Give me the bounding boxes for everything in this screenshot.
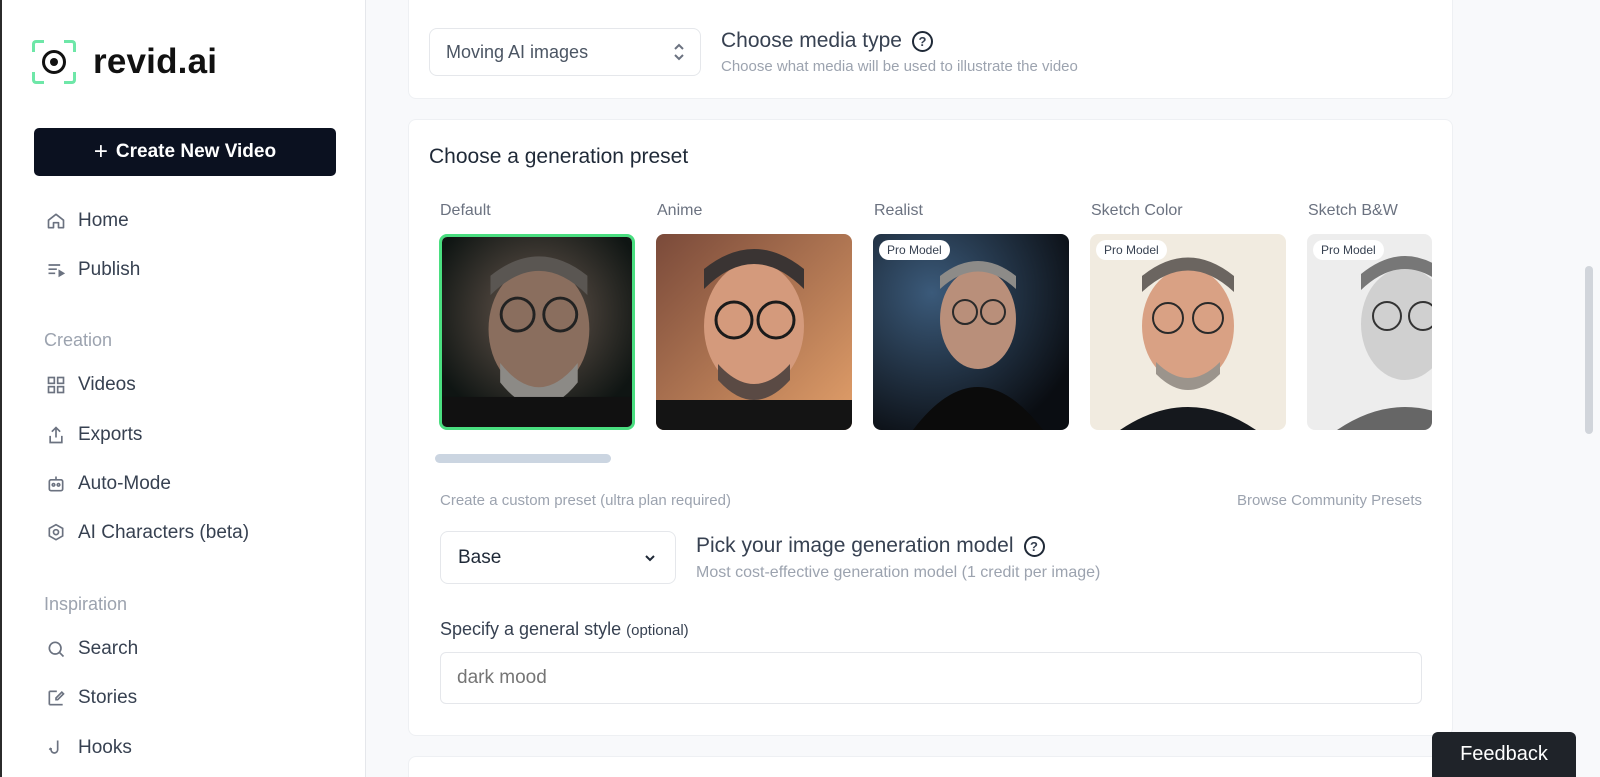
model-title: Pick your image generation model [696,534,1014,557]
section-creation: Creation [44,330,113,350]
media-type-title: Choose media type [721,29,902,52]
custom-preset-link[interactable]: Create a custom preset (ultra plan requi… [440,492,731,509]
sidebar-item-ai-characters[interactable]: AI Characters (beta) [44,518,249,548]
model-description: Most cost-effective generation model (1 … [696,564,1101,581]
export-icon [44,423,68,447]
portrait-image [873,234,1069,430]
preset-label-sketch-bw: Sketch B&W [1308,202,1398,219]
sidebar-item-label: Exports [78,424,143,445]
preset-label-anime: Anime [657,202,703,219]
sidebar-item-stories[interactable]: Stories [44,683,137,713]
sidebar: revid.ai + Create New Video Home Publish… [0,0,366,777]
sidebar-item-label: Videos [78,374,136,395]
preset-label-default: Default [440,202,491,219]
brand-name: revid.ai [93,42,218,81]
preset-section-title: Choose a generation preset [429,145,689,168]
portrait-image [1090,234,1286,430]
sidebar-item-label: Publish [78,259,141,280]
section-inspiration: Inspiration [44,594,128,614]
pro-model-badge: Pro Model [1313,240,1384,260]
media-type-value: Moving AI images [446,41,589,62]
sidebar-item-hooks[interactable]: Hooks [44,733,132,763]
sidebar-item-home[interactable]: Home [44,206,129,236]
media-type-card: Moving AI images Choose media type? Choo… [408,0,1453,99]
preset-anime[interactable] [656,234,852,430]
sidebar-item-exports[interactable]: Exports [44,420,142,450]
preset-sketch-bw[interactable]: Pro Model [1307,234,1432,430]
portrait-image [1307,234,1432,430]
chevron-up-down-icon [672,41,686,68]
carousel-scrollbar[interactable] [435,454,611,463]
preset-realist[interactable]: Pro Model [873,234,1069,430]
model-title-row: Pick your image generation model? [696,534,1045,558]
preset-default[interactable] [439,234,635,430]
next-card [408,756,1453,777]
pro-model-badge: Pro Model [1096,240,1167,260]
media-type-description: Choose what media will be used to illust… [721,58,1078,75]
sidebar-item-search[interactable]: Search [44,634,138,664]
edit-icon [44,686,68,710]
sidebar-item-label: Stories [78,687,138,708]
feedback-button[interactable]: Feedback [1432,732,1576,777]
style-label-row: Specify a general style (optional) [440,619,689,640]
brand-logo[interactable]: revid.ai [32,40,217,84]
generation-preset-card: Choose a generation preset Default Anime… [408,119,1453,736]
model-value: Base [458,546,502,568]
search-icon [44,637,68,661]
pro-model-badge: Pro Model [879,240,950,260]
sidebar-item-label: Home [78,210,129,231]
model-select[interactable]: Base [440,531,676,584]
sidebar-item-label: Auto-Mode [78,473,171,494]
sidebar-item-label: Search [78,638,139,659]
create-new-video-label: Create New Video [115,141,277,162]
hook-icon [44,736,68,760]
plus-icon: + [93,138,108,165]
sidebar-item-label: Hooks [78,737,132,758]
chevron-down-icon [643,549,657,571]
preset-sketch-color[interactable]: Pro Model [1090,234,1286,430]
sidebar-item-videos[interactable]: Videos [44,370,136,400]
media-type-select[interactable]: Moving AI images [429,28,701,76]
sidebar-item-label: AI Characters (beta) [78,522,250,543]
help-icon[interactable]: ? [911,30,933,52]
create-new-video-button[interactable]: + Create New Video [34,128,336,176]
robot-icon [44,472,68,496]
grid-icon [44,373,68,397]
style-label: Specify a general style [440,619,622,639]
style-optional-label: (optional) [626,622,689,639]
portrait-image [656,234,852,430]
portrait-image [442,237,632,427]
character-icon [44,521,68,545]
preset-label-realist: Realist [874,202,923,219]
page-scrollbar[interactable] [1585,266,1593,434]
home-icon [44,209,68,233]
publish-icon [44,258,68,282]
style-input[interactable] [440,652,1422,704]
help-icon[interactable]: ? [1023,535,1045,557]
sidebar-item-auto-mode[interactable]: Auto-Mode [44,469,171,499]
media-type-title-row: Choose media type? [721,29,933,53]
browse-community-presets-link[interactable]: Browse Community Presets [1237,492,1422,509]
sidebar-item-publish[interactable]: Publish [44,255,140,285]
logo-icon [32,40,76,84]
preset-label-sketch-color: Sketch Color [1091,202,1183,219]
